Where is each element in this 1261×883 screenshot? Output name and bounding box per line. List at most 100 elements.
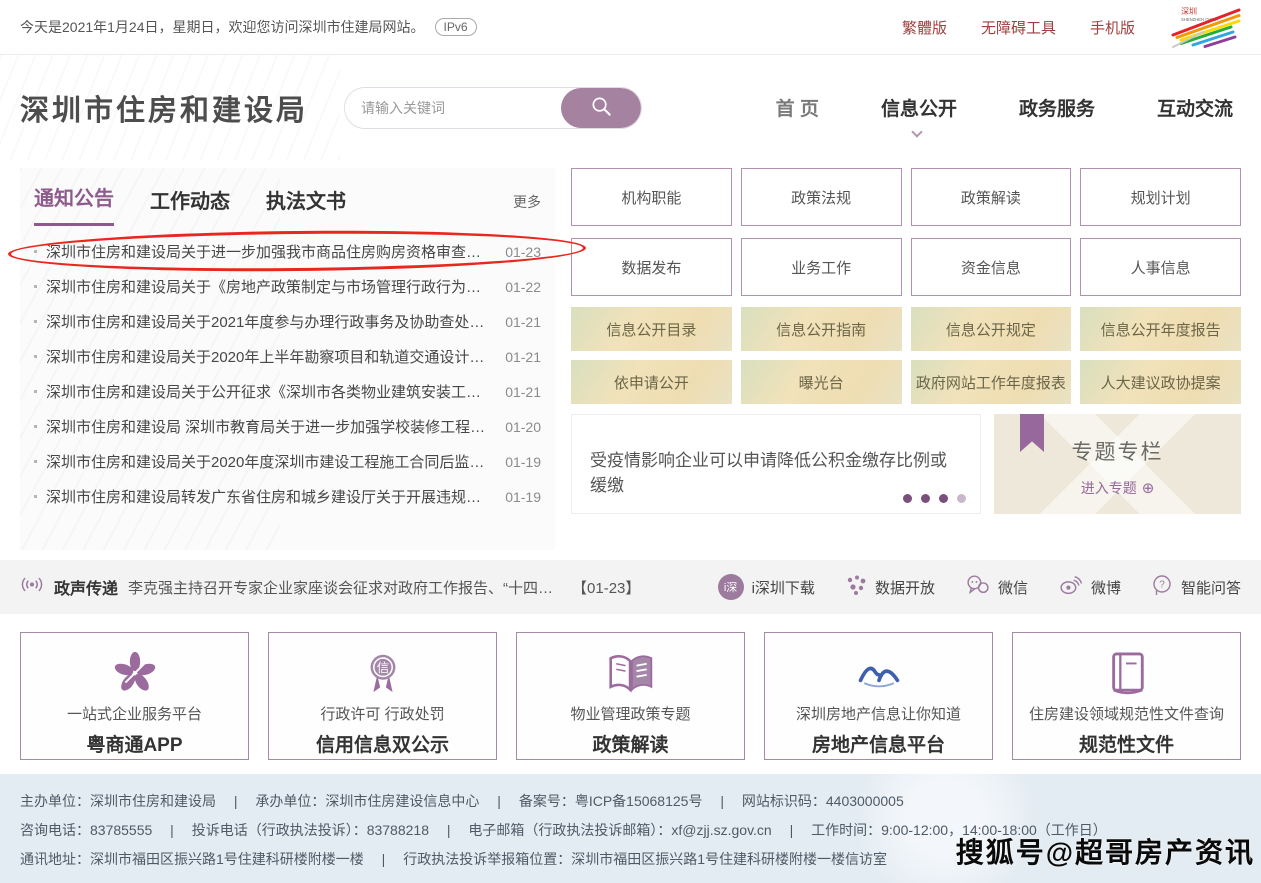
tool-open-data[interactable]: 数据开放 — [845, 574, 935, 601]
chevron-down-icon — [911, 126, 922, 137]
credit-medal-icon: 信 — [269, 647, 496, 699]
carousel-dot[interactable] — [921, 494, 930, 503]
quicklink-website-annual-report[interactable]: 政府网站工作年度报表 — [911, 360, 1072, 404]
news-bar: 政声传递 李克强主持召开专家企业家座谈会征求对政府工作报告、“十四五”... 【… — [0, 560, 1261, 614]
quicklink-funding-info[interactable]: 资金信息 — [911, 238, 1072, 296]
topbar: 今天是2021年1月24日，星期日，欢迎您访问深圳市住建局网站。 IPv6 繁體… — [0, 0, 1261, 55]
tool-smart-qa[interactable]: ? 智能问答 — [1151, 574, 1241, 601]
notice-item[interactable]: 深圳市住房和建设局关于2020年度深圳市建设工程施工合同后监管...01-19 — [34, 444, 541, 479]
quicklink-exposure-platform[interactable]: 曝光台 — [741, 360, 902, 404]
carousel-dot[interactable] — [957, 494, 966, 503]
more-link[interactable]: 更多 — [513, 192, 541, 226]
notice-item[interactable]: 深圳市住房和建设局关于《房地产政策制定与市场管理行政行为规...01-22 — [34, 269, 541, 304]
special-column-card[interactable]: 专题专栏 进入专题 ⊕ — [994, 414, 1241, 514]
quicklink-annual-report[interactable]: 信息公开年度报告 — [1080, 307, 1241, 351]
nav-government-services[interactable]: 政务服务 — [1019, 94, 1095, 121]
notice-tabs: 通知公告 工作动态 执法文书 更多 — [20, 178, 555, 226]
footer-row-1: 主办单位：深圳市住房和建设局 | 承办单位：深圳市住房建设信息中心 | 备案号：… — [20, 787, 1241, 816]
notice-item[interactable]: 深圳市住房和建设局关于2021年度参与办理行政事务及协助查处建...01-21 — [34, 304, 541, 339]
bullet-icon — [34, 460, 37, 463]
search-button[interactable] — [561, 88, 641, 128]
tan-button-grid: 信息公开目录 信息公开指南 信息公开规定 信息公开年度报告 依申请公开 曝光台 … — [571, 307, 1241, 404]
card-policy-interpretation[interactable]: 物业管理政策专题 政策解读 — [516, 632, 745, 760]
quicklink-policy-interpretation[interactable]: 政策解读 — [911, 168, 1072, 226]
card-credit-disclosure[interactable]: 信 行政许可 行政处罚 信用信息双公示 — [268, 632, 497, 760]
quicklink-agency-functions[interactable]: 机构职能 — [571, 168, 732, 226]
bauhinia-flower-icon — [21, 647, 248, 699]
roof-logo-icon — [765, 647, 992, 699]
white-button-grid: 机构职能 政策法规 政策解读 规划计划 数据发布 业务工作 资金信息 人事信息 — [571, 168, 1241, 296]
tool-ishenzhen-download[interactable]: i深 i深圳下载 — [718, 574, 815, 600]
bullet-icon — [34, 390, 37, 393]
nav-interaction[interactable]: 互动交流 — [1157, 94, 1233, 121]
quicklink-disclosure-guide[interactable]: 信息公开指南 — [741, 307, 902, 351]
carousel-dots — [903, 494, 966, 503]
wechat-icon — [965, 574, 990, 600]
main-nav: 首 页 信息公开 政务服务 互动交流 — [776, 94, 1233, 121]
link-mobile-version[interactable]: 手机版 — [1090, 17, 1135, 38]
notice-item[interactable]: 深圳市住房和建设局关于公开征求《深圳市各类物业建筑安装工程...01-21 — [34, 374, 541, 409]
quicklink-disclosure-rules[interactable]: 信息公开规定 — [911, 307, 1072, 351]
toolbar-links: i深 i深圳下载 数据开放 微信 微博 — [718, 574, 1241, 601]
site-title: 深圳市住房和建设局 — [20, 87, 308, 129]
logo-cn-text: 深圳 — [1181, 6, 1197, 16]
bullet-icon — [34, 355, 37, 358]
service-cards: 一站式企业服务平台 粤商通APP 信 行政许可 行政处罚 信用信息双公示 物业管… — [0, 614, 1261, 774]
tool-wechat[interactable]: 微信 — [965, 574, 1028, 600]
newsbar-date: 【01-23】 — [572, 577, 640, 598]
carousel-dot[interactable] — [903, 494, 912, 503]
tool-weibo[interactable]: 微博 — [1058, 574, 1121, 600]
svg-text:?: ? — [1159, 579, 1165, 590]
enter-special-link[interactable]: 进入专题 ⊕ — [1081, 478, 1155, 498]
quicklink-business-work[interactable]: 业务工作 — [741, 238, 902, 296]
open-book-icon — [517, 647, 744, 699]
nav-information-disclosure[interactable]: 信息公开 — [881, 94, 957, 121]
tab-work-updates[interactable]: 工作动态 — [150, 185, 230, 226]
main-content: 通知公告 工作动态 执法文书 更多 深圳市住房和建设局关于进一步加强我市商品住房… — [0, 160, 1261, 550]
nav-home[interactable]: 首 页 — [776, 94, 819, 121]
notice-item[interactable]: 深圳市住房和建设局转发广东省住房和城乡建设厅关于开展违规海...01-19 — [34, 479, 541, 514]
carousel-dot[interactable] — [939, 494, 948, 503]
broadcast-icon — [20, 576, 44, 598]
site-header: 深圳市住房和建设局 首 页 信息公开 政务服务 互动交流 — [0, 55, 1261, 160]
search-box — [344, 87, 642, 129]
weibo-icon — [1058, 574, 1083, 600]
card-normative-documents[interactable]: 住房建设领域规范性文件查询 规范性文件 — [1012, 632, 1241, 760]
tab-notices[interactable]: 通知公告 — [34, 182, 114, 226]
notice-panel: 通知公告 工作动态 执法文书 更多 深圳市住房和建设局关于进一步加强我市商品住房… — [20, 168, 555, 550]
card-yueshangtong-app[interactable]: 一站式企业服务平台 粤商通APP — [20, 632, 249, 760]
sohu-watermark: 搜狐号@超哥房产资讯 — [956, 831, 1255, 871]
quick-links-panel: 机构职能 政策法规 政策解读 规划计划 数据发布 业务工作 资金信息 人事信息 … — [571, 168, 1241, 550]
page: 今天是2021年1月24日，星期日，欢迎您访问深圳市住建局网站。 IPv6 繁體… — [0, 0, 1261, 877]
carousel-banner[interactable]: 受疫情影响企业可以申请降低公积金缴存比例或缓缴 — [571, 414, 981, 514]
circled-plus-icon: ⊕ — [1142, 479, 1155, 497]
tab-enforcement-documents[interactable]: 执法文书 — [266, 185, 346, 226]
svg-text:信: 信 — [376, 661, 388, 675]
welcome-text: 今天是2021年1月24日，星期日，欢迎您访问深圳市住建局网站。 — [20, 17, 425, 37]
notice-item[interactable]: 深圳市住房和建设局关于进一步加强我市商品住房购房资格审查和...01-23 — [34, 234, 541, 269]
link-accessibility-tools[interactable]: 无障碍工具 — [981, 17, 1056, 38]
ishenzhen-icon: i深 — [718, 574, 744, 600]
smart-qa-icon: ? — [1151, 574, 1173, 601]
quicklink-planning[interactable]: 规划计划 — [1080, 168, 1241, 226]
bullet-icon — [34, 285, 37, 288]
newsbar-headline[interactable]: 李克强主持召开专家企业家座谈会征求对政府工作报告、“十四五”... — [128, 577, 558, 598]
link-traditional-chinese[interactable]: 繁體版 — [902, 17, 947, 38]
quicklink-personnel-info[interactable]: 人事信息 — [1080, 238, 1241, 296]
quicklink-disclosure-on-request[interactable]: 依申请公开 — [571, 360, 732, 404]
notice-item[interactable]: 深圳市住房和建设局关于2020年上半年勘察项目和轨道交通设计项...01-21 — [34, 339, 541, 374]
search-icon — [590, 95, 613, 121]
notice-item[interactable]: 深圳市住房和建设局 深圳市教育局关于进一步加强学校装修工程质...01-20 — [34, 409, 541, 444]
quicklink-data-release[interactable]: 数据发布 — [571, 238, 732, 296]
banner-headline[interactable]: 受疫情影响企业可以申请降低公积金缴存比例或缓缴 — [572, 446, 980, 496]
search-input[interactable] — [345, 88, 581, 128]
quicklink-disclosure-catalog[interactable]: 信息公开目录 — [571, 307, 732, 351]
ipv6-badge[interactable]: IPv6 — [435, 18, 477, 36]
card-real-estate-platform[interactable]: 深圳房地产信息让你知道 房地产信息平台 — [764, 632, 993, 760]
bullet-icon — [34, 425, 37, 428]
bullet-icon — [34, 250, 37, 253]
bullet-icon — [34, 495, 37, 498]
quicklink-npc-cppcc-proposals[interactable]: 人大建议政协提案 — [1080, 360, 1241, 404]
quicklink-policies-regulations[interactable]: 政策法规 — [741, 168, 902, 226]
data-cluster-icon — [845, 574, 867, 601]
